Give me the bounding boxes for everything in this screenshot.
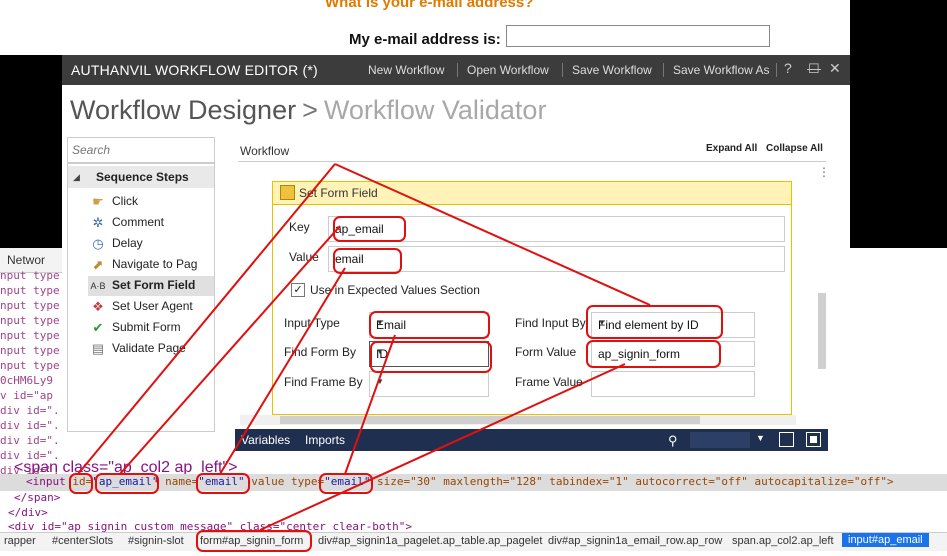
- line-value-to-name: [219, 267, 346, 475]
- line-key-to-id-value: [119, 225, 341, 475]
- line-top-to-find-input: [334, 163, 651, 306]
- line-input-type-to-type: [344, 334, 396, 475]
- line-form-value-to-form: [259, 363, 626, 531]
- annotation-lines: [77, 163, 651, 531]
- line-top-to-id: [77, 163, 336, 475]
